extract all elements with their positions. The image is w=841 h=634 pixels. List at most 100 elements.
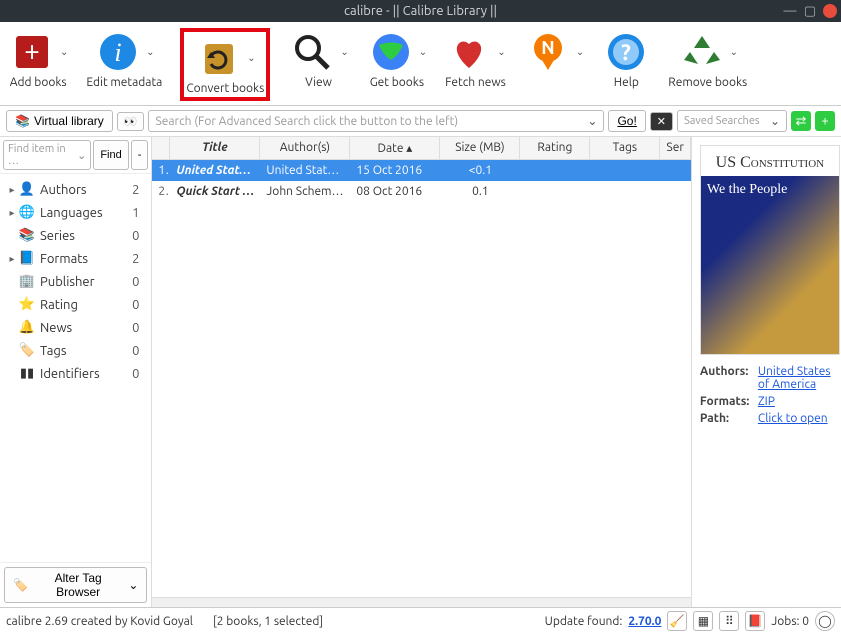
category-icon: 🔔 — [18, 320, 36, 335]
category-icon: 📘 — [18, 251, 36, 266]
search-input[interactable]: Search (For Advanced Search click the bu… — [148, 110, 604, 132]
category-icon: ▮▮ — [18, 366, 36, 381]
col-title[interactable]: Title — [170, 137, 260, 159]
chevron-down-icon[interactable]: ⌄ — [576, 46, 584, 58]
chevron-down-icon[interactable]: ⌄ — [497, 46, 505, 58]
category-label: Identifiers — [40, 367, 127, 381]
category-identifiers[interactable]: ▮▮Identifiers0 — [2, 362, 149, 385]
category-label: Publisher — [40, 275, 127, 289]
book-list: Title Author(s) Date ▴ Size (MB) Rating … — [152, 137, 690, 607]
close-icon[interactable] — [823, 4, 837, 18]
cell-size: 0.1 — [440, 181, 520, 202]
category-count: 0 — [127, 321, 145, 335]
book-detail-panel: US Constitution We the People Authors: U… — [691, 137, 841, 607]
virtual-library-button[interactable]: 📚 Virtual library — [6, 110, 113, 132]
category-publisher[interactable]: 🏢Publisher0 — [2, 270, 149, 293]
category-tags[interactable]: 🏷️Tags0 — [2, 339, 149, 362]
path-label: Path: — [700, 412, 758, 425]
chevron-down-icon[interactable]: ⌄ — [419, 46, 427, 58]
find-item-input[interactable]: Find item in … ⌄ — [3, 140, 91, 170]
col-rating[interactable]: Rating — [520, 137, 590, 159]
update-version-link[interactable]: 2.70.0 — [628, 615, 661, 628]
category-formats[interactable]: ▸📘Formats2 — [2, 247, 149, 270]
get-books-button[interactable]: ⌄ Get books — [367, 28, 427, 101]
toolbar-label: Fetch news — [445, 76, 506, 89]
clear-button[interactable]: 🧹 — [667, 611, 687, 631]
magnifier-icon — [288, 28, 336, 76]
svg-text:+: + — [24, 35, 40, 66]
convert-books-button[interactable]: ⌄ Convert books — [180, 28, 270, 101]
cell-author: John Schember — [260, 181, 350, 202]
cover-title: US Constitution — [716, 154, 824, 172]
chevron-down-icon[interactable]: ⌄ — [247, 52, 255, 64]
remove-books-button[interactable]: ⌄ Remove books — [668, 28, 747, 101]
category-authors[interactable]: ▸👤Authors2 — [2, 178, 149, 201]
category-icon: ⭐ — [18, 297, 36, 312]
chevron-down-icon[interactable]: ⌄ — [60, 46, 68, 58]
layout-button[interactable]: ▦ — [693, 611, 713, 631]
col-date[interactable]: Date ▴ — [350, 137, 440, 159]
category-count: 0 — [127, 344, 145, 358]
toolbar-label: View — [305, 76, 332, 89]
collapse-button[interactable]: - — [131, 140, 149, 170]
books-icon: 📚 — [15, 114, 30, 128]
category-icon: 👤 — [18, 182, 36, 197]
advanced-search-button[interactable]: 👀 — [117, 112, 145, 131]
info-icon: i — [94, 28, 142, 76]
add-books-button[interactable]: + ⌄ Add books — [8, 28, 68, 101]
expand-icon[interactable]: ▸ — [6, 184, 18, 196]
path-link[interactable]: Click to open — [758, 412, 828, 425]
table-row[interactable]: 2Quick Start GuideJohn Schember08 Oct 20… — [152, 181, 690, 202]
view-button[interactable]: ⌄ View — [288, 28, 348, 101]
cell-date: 08 Oct 2016 — [350, 181, 440, 202]
save-search-button[interactable]: ⇄ — [791, 111, 811, 131]
col-size[interactable]: Size (MB) — [440, 137, 520, 159]
search-placeholder: Search (For Advanced Search click the bu… — [155, 115, 458, 128]
category-count: 0 — [127, 275, 145, 289]
go-button[interactable]: Go! — [608, 110, 645, 132]
help-button[interactable]: ? Help — [602, 28, 650, 101]
chevron-down-icon[interactable]: ⌄ — [730, 46, 738, 58]
edit-metadata-button[interactable]: i ⌄ Edit metadata — [86, 28, 162, 101]
expand-icon[interactable]: ▸ — [6, 207, 18, 219]
horizontal-scrollbar[interactable] — [152, 597, 690, 607]
chevron-down-icon[interactable]: ⌄ — [340, 46, 348, 58]
category-label: Authors — [40, 183, 127, 197]
notification-button[interactable]: N ⌄ — [524, 28, 584, 101]
cell-size: <0.1 — [440, 160, 520, 181]
category-news[interactable]: 🔔 News0 — [2, 316, 149, 339]
book-cover[interactable]: US Constitution We the People — [700, 145, 840, 355]
alter-tag-browser-button[interactable]: 🏷️ Alter Tag Browser ⌄ — [4, 567, 147, 603]
chevron-down-icon[interactable]: ⌄ — [146, 46, 154, 58]
clear-search-button[interactable]: ✕ — [650, 112, 673, 131]
saved-searches-select[interactable]: Saved Searches ⌄ — [677, 110, 787, 132]
maximize-icon[interactable]: ▢ — [803, 4, 817, 18]
formats-link[interactable]: ZIP — [758, 395, 775, 408]
authors-link[interactable]: United States of America — [758, 365, 831, 391]
minimize-icon[interactable]: — — [783, 4, 797, 18]
chevron-down-icon[interactable]: ⌄ — [77, 149, 86, 162]
table-row[interactable]: 1United States …United State…15 Oct 2016… — [152, 160, 690, 181]
expand-icon[interactable]: ▸ — [6, 253, 18, 265]
library-button[interactable]: 📕 — [745, 611, 765, 631]
col-series[interactable]: Ser — [660, 137, 690, 159]
category-series[interactable]: 📚Series0 — [2, 224, 149, 247]
grid-view-button[interactable]: ⠿ — [719, 611, 739, 631]
category-rating[interactable]: ⭐Rating0 — [2, 293, 149, 316]
chevron-down-icon[interactable]: ⌄ — [587, 114, 597, 128]
col-tags[interactable]: Tags — [590, 137, 660, 159]
main-toolbar: + ⌄ Add books i ⌄ Edit metadata ⌄ Conver… — [0, 22, 841, 106]
book-count-text: [2 books, 1 selected] — [213, 615, 323, 628]
cell-title: Quick Start Guide — [170, 181, 260, 202]
chevron-down-icon[interactable]: ⌄ — [770, 114, 780, 128]
col-author[interactable]: Author(s) — [260, 137, 350, 159]
add-search-button[interactable]: + — [815, 111, 835, 131]
sort-asc-icon: ▴ — [406, 142, 412, 155]
category-label: News — [40, 321, 127, 335]
category-languages[interactable]: ▸🌐Languages1 — [2, 201, 149, 224]
jobs-spinner-icon[interactable]: ◯ — [815, 611, 835, 631]
find-button[interactable]: Find — [93, 140, 128, 170]
status-bar: calibre 2.69 created by Kovid Goyal [2 b… — [0, 607, 841, 634]
fetch-news-button[interactable]: ⌄ Fetch news — [445, 28, 506, 101]
category-label: Series — [40, 229, 127, 243]
